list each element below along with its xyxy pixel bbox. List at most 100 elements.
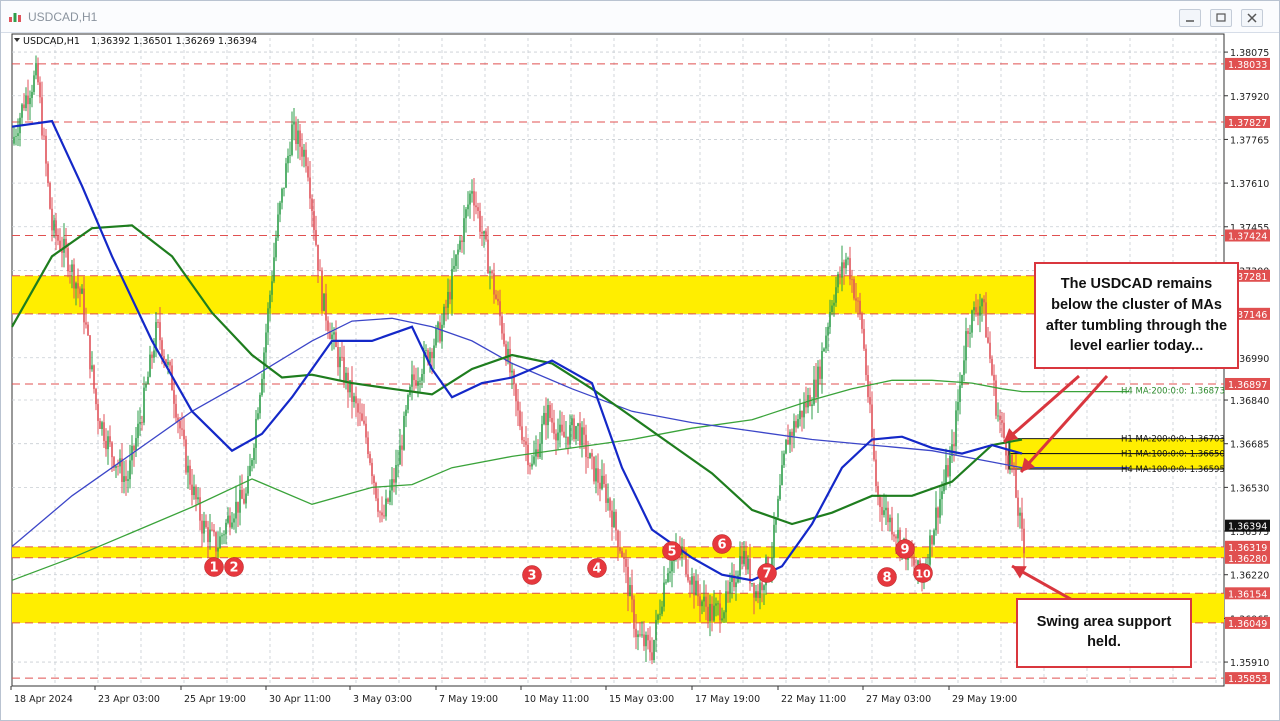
candle-body xyxy=(81,288,83,294)
close-button[interactable] xyxy=(1241,9,1263,27)
candle-body xyxy=(711,603,713,621)
candle-body xyxy=(651,652,653,661)
candle-body xyxy=(531,463,533,467)
candle-body xyxy=(947,465,949,477)
candle-body xyxy=(273,257,275,282)
close-icon xyxy=(1247,13,1257,23)
candle-body xyxy=(953,444,955,447)
candle-body xyxy=(235,501,237,519)
candle-body xyxy=(219,536,221,548)
swing-marker-label: 6 xyxy=(717,538,726,553)
candle-body xyxy=(189,465,191,485)
candle-body xyxy=(525,441,527,445)
candle-body xyxy=(285,163,287,188)
candle-body xyxy=(591,453,593,457)
candle-body xyxy=(989,342,991,359)
candle-body xyxy=(501,316,503,334)
candle-body xyxy=(51,208,53,231)
candle-body xyxy=(891,517,893,535)
candle-body xyxy=(1023,528,1025,554)
candle-body xyxy=(757,591,759,599)
candle-body xyxy=(385,498,387,517)
candle-body xyxy=(939,499,941,518)
candle-body xyxy=(601,475,603,489)
candle-body xyxy=(91,365,93,370)
candle-body xyxy=(149,354,151,377)
candle-body xyxy=(421,373,423,381)
restore-icon xyxy=(1216,13,1226,22)
candle-body xyxy=(937,507,939,518)
candle-body xyxy=(557,432,559,441)
candle-body xyxy=(889,517,891,523)
candle-body xyxy=(381,512,383,516)
candle-body xyxy=(999,415,1001,421)
candle-body xyxy=(111,442,113,458)
candle-body xyxy=(483,231,485,234)
candle-body xyxy=(669,571,671,574)
candle-body xyxy=(487,239,489,274)
candle-body xyxy=(309,177,311,199)
candle-body xyxy=(839,273,841,278)
x-tick-label: 17 May 19:00 xyxy=(695,694,760,705)
price-level-label: 1.36897 xyxy=(1228,380,1267,391)
candle-body xyxy=(575,426,577,440)
candle-body xyxy=(1001,420,1003,423)
candle-body xyxy=(371,462,373,477)
candle-body xyxy=(699,596,701,607)
candle-body xyxy=(485,231,487,240)
restore-button[interactable] xyxy=(1210,9,1232,27)
swing-marker-label: 9 xyxy=(900,543,909,558)
candle-body xyxy=(343,357,345,383)
candle-body xyxy=(1003,422,1005,439)
candle-body xyxy=(267,308,269,333)
candle-body xyxy=(191,484,193,496)
candle-body xyxy=(207,527,209,543)
candle-body xyxy=(827,326,829,336)
candle-body xyxy=(321,270,323,311)
candle-body xyxy=(291,124,293,155)
candle-body xyxy=(523,440,525,442)
swing-marker-label: 5 xyxy=(667,545,676,560)
candle-body xyxy=(671,561,673,572)
candle-body xyxy=(107,436,109,450)
candle-body xyxy=(255,418,257,448)
candle-body xyxy=(661,606,663,614)
candle-body xyxy=(227,515,229,523)
price-level-lines xyxy=(12,63,1224,679)
candle-body xyxy=(35,63,37,76)
swing-marker-label: 7 xyxy=(762,567,771,582)
candle-body xyxy=(43,135,45,137)
candle-body xyxy=(983,299,985,303)
swing-marker-label: 2 xyxy=(229,561,238,576)
x-tick-label: 25 Apr 19:00 xyxy=(184,694,246,705)
candle-body xyxy=(495,294,497,299)
candle-body xyxy=(211,529,213,531)
candle-body xyxy=(593,456,595,482)
candle-body xyxy=(201,520,203,534)
window-titlebar[interactable]: USDCAD,H1 xyxy=(1,1,1279,33)
price-level-label: 1.36049 xyxy=(1228,619,1267,630)
candle-body xyxy=(87,324,89,336)
candle-body xyxy=(443,306,445,325)
candle-body xyxy=(985,302,987,338)
candle-body xyxy=(991,358,993,375)
candle-body xyxy=(435,328,437,346)
minimize-button[interactable] xyxy=(1179,9,1201,27)
candle-body xyxy=(611,510,613,527)
candle-body xyxy=(715,603,717,606)
candle-body xyxy=(353,396,355,402)
annotation-arrows xyxy=(1003,374,1109,617)
candle-body xyxy=(447,291,449,308)
candle-body xyxy=(457,249,459,255)
candle-body xyxy=(957,402,959,411)
candle-body xyxy=(459,240,461,250)
candle-body xyxy=(327,320,329,331)
candle-body xyxy=(59,240,61,250)
candle-body xyxy=(929,535,931,565)
candle-body xyxy=(127,479,129,481)
candle-body xyxy=(185,439,187,473)
candle-body xyxy=(491,271,493,274)
candle-body xyxy=(269,294,271,309)
candle-body xyxy=(833,302,835,306)
candle-body xyxy=(161,340,163,357)
